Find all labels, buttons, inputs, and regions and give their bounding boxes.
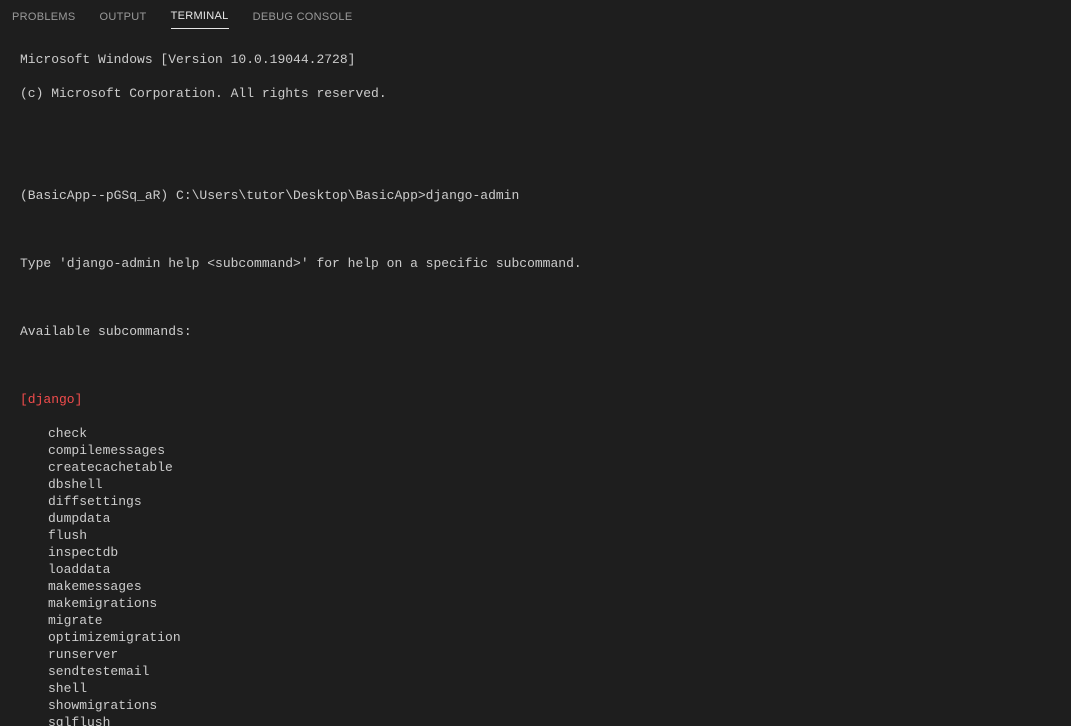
terminal-blank <box>20 153 1071 170</box>
terminal-group-django: [django] <box>20 391 1071 408</box>
terminal-subcommand: loaddata <box>20 561 1071 578</box>
terminal-subcommand: showmigrations <box>20 697 1071 714</box>
terminal-subcommand: dumpdata <box>20 510 1071 527</box>
terminal-subcommand: shell <box>20 680 1071 697</box>
terminal-available: Available subcommands: <box>20 323 1071 340</box>
terminal-subcommand: migrate <box>20 612 1071 629</box>
terminal-line-winver: Microsoft Windows [Version 10.0.19044.27… <box>20 51 1071 68</box>
terminal-blank <box>20 119 1071 136</box>
terminal-subcommand: sendtestemail <box>20 663 1071 680</box>
terminal-subcommand: inspectdb <box>20 544 1071 561</box>
terminal-subcommand: dbshell <box>20 476 1071 493</box>
tab-problems[interactable]: PROBLEMS <box>12 4 76 29</box>
terminal-subcommand: compilemessages <box>20 442 1071 459</box>
terminal-subcommand: flush <box>20 527 1071 544</box>
terminal-subcommand: check <box>20 425 1071 442</box>
terminal-subcommand: createcachetable <box>20 459 1071 476</box>
tab-terminal[interactable]: TERMINAL <box>171 3 229 29</box>
terminal-blank <box>20 289 1071 306</box>
terminal-line-copyright: (c) Microsoft Corporation. All rights re… <box>20 85 1071 102</box>
terminal-subcommand: runserver <box>20 646 1071 663</box>
terminal-help-hint: Type 'django-admin help <subcommand>' fo… <box>20 255 1071 272</box>
terminal-subcommand: makemessages <box>20 578 1071 595</box>
terminal-blank <box>20 221 1071 238</box>
tab-debug-console[interactable]: DEBUG CONSOLE <box>253 4 353 29</box>
terminal-subcommand: sqlflush <box>20 714 1071 726</box>
terminal-subcommand: makemigrations <box>20 595 1071 612</box>
terminal-output[interactable]: Microsoft Windows [Version 10.0.19044.27… <box>0 32 1071 726</box>
tab-output[interactable]: OUTPUT <box>100 4 147 29</box>
panel-tab-bar: PROBLEMS OUTPUT TERMINAL DEBUG CONSOLE <box>0 0 1071 32</box>
terminal-prompt-command: (BasicApp--pGSq_aR) C:\Users\tutor\Deskt… <box>20 187 1071 204</box>
terminal-subcommand: diffsettings <box>20 493 1071 510</box>
terminal-blank <box>20 357 1071 374</box>
terminal-subcommand: optimizemigration <box>20 629 1071 646</box>
